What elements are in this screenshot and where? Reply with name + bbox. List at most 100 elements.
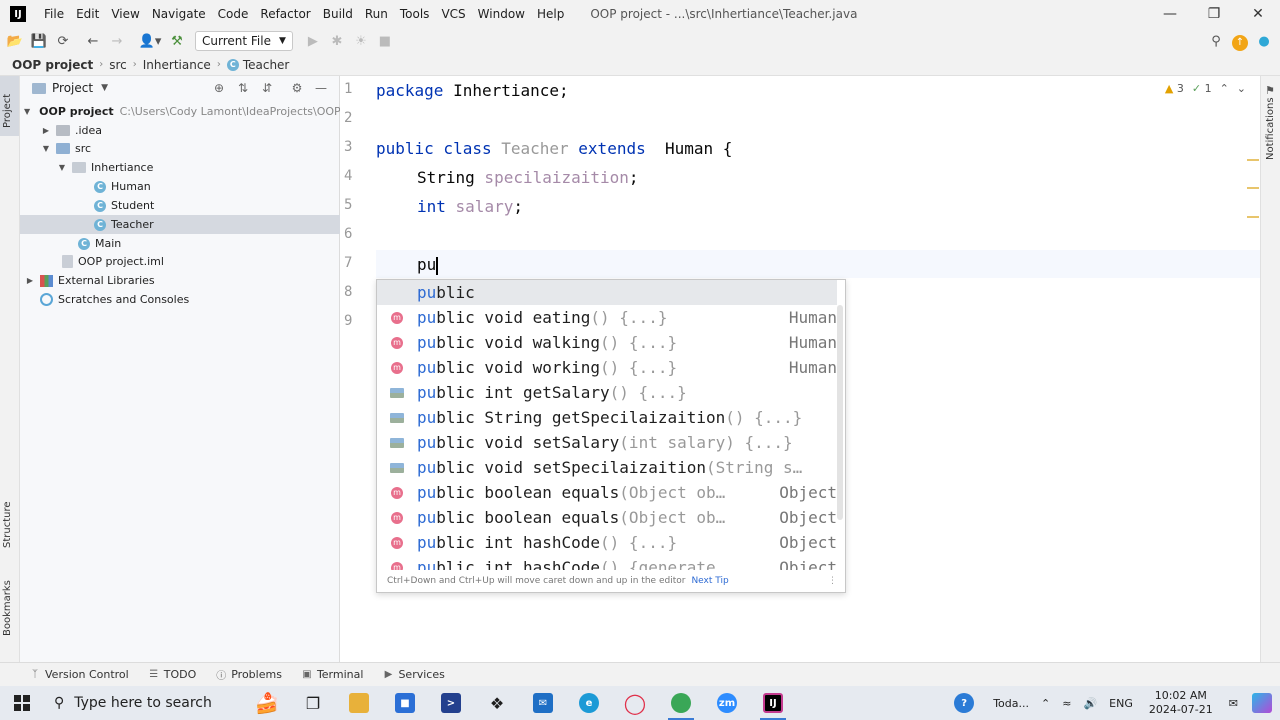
structure-tool-tab[interactable]: Structure	[2, 501, 13, 548]
tree-item-student[interactable]: C Student	[20, 196, 340, 215]
tree-item-human[interactable]: C Human	[20, 177, 340, 196]
tree-item-oop-project[interactable]: ▼ OOP project C:\Users\Cody Lamont\IdeaP…	[20, 102, 340, 121]
open-folder-icon[interactable]: 📂	[3, 30, 27, 52]
services-tab[interactable]: ▶ Services	[383, 668, 445, 681]
menu-tools[interactable]: Tools	[396, 7, 438, 21]
start-button[interactable]	[0, 686, 44, 720]
popup-scrollbar[interactable]	[837, 305, 843, 520]
edge-icon[interactable]: e	[566, 686, 612, 720]
intellij-icon[interactable]: IJ	[750, 686, 796, 720]
breadcrumb-src[interactable]: src	[109, 58, 127, 72]
tree-item-external-libraries[interactable]: ▶ External Libraries	[20, 271, 340, 290]
menu-build[interactable]: Build	[319, 7, 361, 21]
chevron-up-icon[interactable]: ⌃	[1041, 697, 1050, 710]
breadcrumb-package[interactable]: Inhertiance	[143, 58, 211, 72]
build-hammer-icon[interactable]: ⚒	[165, 30, 189, 52]
back-icon[interactable]: ←	[81, 30, 105, 52]
input-language[interactable]: ENG	[1109, 697, 1133, 710]
inspection-widget[interactable]: ▲ 3 ✓ 1 ⌃ ⌄	[1165, 82, 1246, 95]
wifi-icon[interactable]: ≈	[1062, 697, 1071, 710]
menu-file[interactable]: File	[40, 7, 72, 21]
expand-all-icon[interactable]: ⇅	[231, 80, 255, 96]
menu-navigate[interactable]: Navigate	[148, 7, 214, 21]
powershell-icon[interactable]: >	[428, 686, 474, 720]
completion-item[interactable]: m public void eating() {...} Human	[377, 305, 837, 330]
ide-plugin-icon[interactable]: ●	[1252, 30, 1276, 52]
opera-icon[interactable]: ◯	[612, 686, 658, 720]
version-control-tab[interactable]: ᛉ Version Control	[30, 668, 129, 681]
debug-icon[interactable]: ✱	[325, 30, 349, 52]
menu-vcs[interactable]: VCS	[437, 7, 473, 21]
warning-marker[interactable]	[1247, 159, 1259, 161]
completion-item[interactable]: public	[377, 280, 837, 305]
menu-help[interactable]: Help	[533, 7, 572, 21]
task-view-icon[interactable]: ❐	[290, 686, 336, 720]
user-dropdown-icon[interactable]: 👤▾	[135, 30, 165, 52]
warning-marker[interactable]	[1247, 216, 1259, 218]
tree-item-src[interactable]: ▼ src	[20, 139, 340, 158]
completion-item[interactable]: public String getSpecilaizaition() {...}	[377, 405, 837, 430]
store-icon[interactable]: ■	[382, 686, 428, 720]
run-icon[interactable]: ▶	[301, 30, 325, 52]
run-configuration-select[interactable]: Current File ▼	[195, 31, 293, 51]
dropbox-icon[interactable]: ❖	[474, 686, 520, 720]
more-options-icon[interactable]: ⋮	[828, 576, 837, 586]
problems-tab[interactable]: ⓘ Problems	[216, 668, 282, 682]
weather-widget[interactable]: Toda...	[993, 697, 1029, 710]
restore-icon[interactable]: ❐	[1192, 0, 1236, 28]
breadcrumb-class[interactable]: Teacher	[243, 58, 290, 72]
sync-icon[interactable]: ⟳	[51, 30, 75, 52]
menu-edit[interactable]: Edit	[72, 7, 107, 21]
copilot-icon[interactable]	[1244, 686, 1280, 720]
tree-item-iml[interactable]: OOP project.iml	[20, 252, 340, 271]
chevron-up-icon[interactable]: ⌃	[1220, 82, 1229, 95]
minimize-icon[interactable]: —	[1148, 0, 1192, 28]
warning-marker[interactable]	[1247, 187, 1259, 189]
hide-icon[interactable]: —	[309, 80, 333, 96]
tree-item-inhertiance[interactable]: ▼ Inhertiance	[20, 158, 340, 177]
completion-item[interactable]: public void setSalary(int salary) {...}	[377, 430, 837, 455]
file-explorer-icon[interactable]	[336, 686, 382, 720]
completion-item[interactable]: public void setSpecilaizaition(String s…	[377, 455, 837, 480]
menu-code[interactable]: Code	[214, 7, 257, 21]
todo-tab[interactable]: ☰ TODO	[149, 668, 196, 681]
menu-refactor[interactable]: Refactor	[256, 7, 318, 21]
coverage-icon[interactable]: ☀	[349, 30, 373, 52]
completion-item[interactable]: public int getSalary() {...}	[377, 380, 837, 405]
collapse-all-icon[interactable]: ⇵	[255, 80, 279, 96]
taskbar-search[interactable]: ⚲ Type here to search	[44, 686, 244, 720]
chevron-down-icon[interactable]: ⌄	[1237, 82, 1246, 95]
next-tip-link[interactable]: Next Tip	[691, 576, 728, 586]
stop-icon[interactable]: ■	[373, 30, 397, 52]
close-icon[interactable]: ✕	[1236, 0, 1280, 28]
search-highlight-icon[interactable]: 🍰	[244, 688, 290, 718]
menu-view[interactable]: View	[107, 7, 147, 21]
chrome-icon[interactable]	[658, 686, 704, 720]
gear-icon[interactable]: ⚙	[285, 80, 309, 96]
tree-item-idea[interactable]: ▶ .idea	[20, 121, 340, 140]
notification-center-icon[interactable]: ✉	[1229, 697, 1238, 710]
mail-icon[interactable]: ✉	[520, 686, 566, 720]
bell-icon[interactable]: ⚑	[1265, 84, 1275, 97]
update-icon[interactable]: ↑	[1228, 30, 1252, 52]
breadcrumb-project[interactable]: OOP project	[12, 58, 93, 72]
tree-item-main[interactable]: C Main	[20, 234, 340, 253]
system-clock[interactable]: 10:02 AM 2024-07-21	[1149, 689, 1213, 717]
locate-icon[interactable]: ⊕	[207, 80, 231, 96]
zoom-icon[interactable]: zm	[704, 686, 750, 720]
tree-item-scratches[interactable]: Scratches and Consoles	[20, 290, 340, 309]
menu-window[interactable]: Window	[474, 7, 533, 21]
forward-icon[interactable]: →	[105, 30, 129, 52]
save-all-icon[interactable]: 💾	[27, 30, 51, 52]
tree-item-teacher[interactable]: C Teacher	[20, 215, 340, 234]
help-icon[interactable]: ?	[941, 686, 987, 720]
bookmarks-tool-tab[interactable]: Bookmarks	[2, 580, 13, 636]
search-icon[interactable]: ⚲	[1204, 30, 1228, 52]
completion-item[interactable]: m public int hashCode() {...} Object	[377, 530, 837, 555]
completion-item[interactable]: m public void walking() {...} Human	[377, 330, 837, 355]
terminal-tab[interactable]: ▣ Terminal	[302, 668, 363, 681]
menu-run[interactable]: Run	[361, 7, 396, 21]
completion-item[interactable]: m public boolean equals(Object ob… Objec…	[377, 480, 837, 505]
volume-icon[interactable]: 🔊	[1083, 697, 1097, 710]
project-tool-tab[interactable]: Project	[2, 94, 13, 128]
